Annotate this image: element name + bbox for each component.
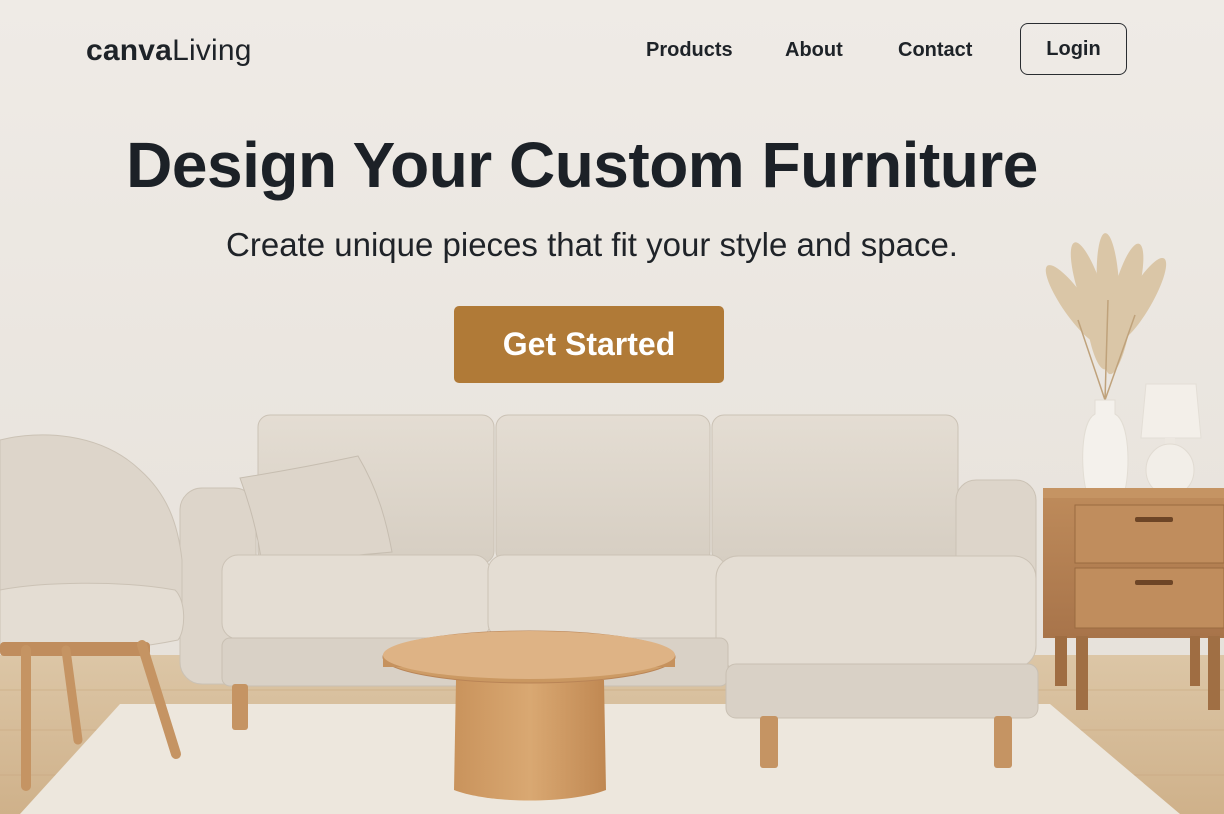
nav-contact-link[interactable]: Contact	[898, 39, 972, 62]
hero-title: Design Your Custom Furniture	[126, 129, 1038, 201]
logo-bold-text: canva	[86, 34, 173, 67]
hero-subtitle: Create unique pieces that fit your style…	[226, 226, 958, 263]
get-started-button[interactable]: Get Started	[454, 306, 724, 383]
logo-light-text: Living	[172, 34, 252, 67]
nav-products-link[interactable]: Products	[646, 39, 733, 62]
site-header: canvaLiving Products About Contact Login	[0, 0, 1224, 100]
nav-about-link[interactable]: About	[785, 39, 843, 62]
login-button[interactable]: Login	[1020, 23, 1127, 75]
brand-logo[interactable]: canvaLiving	[86, 34, 252, 68]
hero-background-scene	[0, 0, 1224, 814]
chaise-base	[725, 663, 1039, 719]
